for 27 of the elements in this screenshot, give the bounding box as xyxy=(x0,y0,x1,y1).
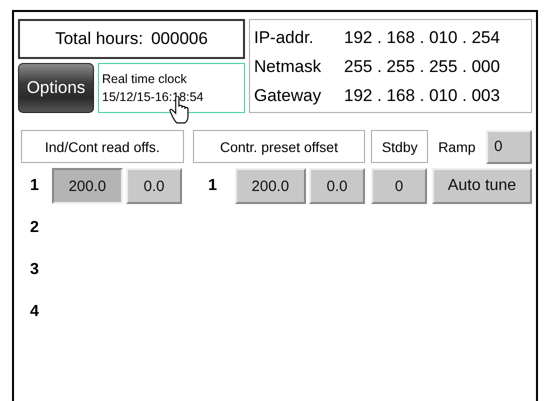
channel-number: 2 xyxy=(29,219,40,237)
column-header: Contr. preset offset xyxy=(192,130,366,163)
channel-number: 4 xyxy=(29,303,40,321)
clock-value: 15/12/15-16:18:54 xyxy=(102,89,204,106)
ramp-label: Ramp xyxy=(438,138,477,154)
ramp-button[interactable]: 0 xyxy=(486,130,532,164)
clock-label: Real time clock xyxy=(102,71,188,88)
network-address: 192 . 168 . 010 . 003 xyxy=(344,84,500,106)
control-number: 1 xyxy=(207,177,218,195)
column-header: Stdby xyxy=(371,130,428,163)
channel-number: 1 xyxy=(29,177,40,195)
total-hours-label: Total hours: xyxy=(55,29,144,49)
options-button[interactable]: Options xyxy=(18,63,94,113)
column-header: Ind/Cont read offs. xyxy=(21,130,184,163)
read-offset-button[interactable]: 0.0 xyxy=(126,168,182,204)
preset-offset-button[interactable]: 200.0 xyxy=(234,168,306,204)
network-label: Netmask xyxy=(254,56,322,78)
network-label: IP-addr. xyxy=(254,26,315,48)
channel-number: 3 xyxy=(29,261,40,279)
network-address: 255 . 255 . 255 . 000 xyxy=(344,56,500,78)
stdby-button[interactable]: 0 xyxy=(371,168,427,204)
read-offset-button[interactable]: 200.0 xyxy=(52,168,124,204)
auto-tune-button[interactable]: Auto tune xyxy=(432,168,532,204)
network-label: Gateway xyxy=(254,84,322,106)
network-address: 192 . 168 . 010 . 254 xyxy=(344,26,500,48)
preset-offset-button[interactable]: 0.0 xyxy=(309,168,366,204)
total-hours-value: 000006 xyxy=(151,29,208,49)
